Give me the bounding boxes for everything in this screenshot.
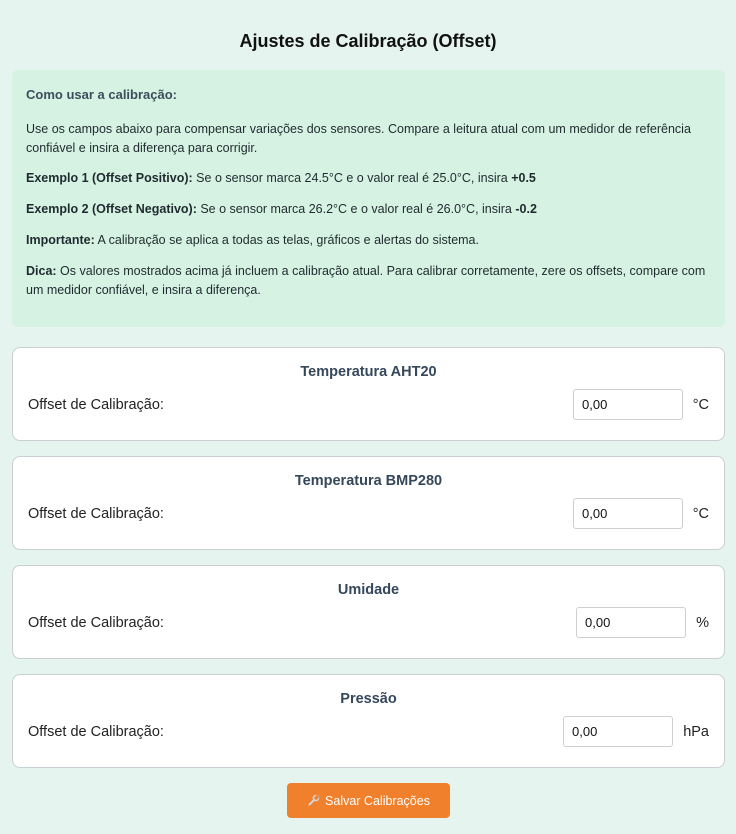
card-title: Temperatura AHT20 <box>300 364 437 380</box>
example-2-text: Se o sensor marca 26.2°C e o valor real … <box>196 202 516 216</box>
tip-text: Os valores mostrados acima já incluem a … <box>26 264 706 297</box>
important-label: Importante: <box>26 233 95 247</box>
unit-label: % <box>696 615 709 631</box>
offset-input-bmp280[interactable] <box>573 498 683 529</box>
offset-input-humidity[interactable] <box>576 607 686 638</box>
example-1-value: +0.5 <box>511 171 536 185</box>
offset-label: Offset de Calibração: <box>28 724 164 740</box>
help-intro: Use os campos abaixo para compensar vari… <box>26 122 691 155</box>
unit-label: °C <box>692 506 709 522</box>
example-2-label: Exemplo 2 (Offset Negativo): <box>26 202 197 216</box>
card-title: Umidade <box>337 582 400 598</box>
calibration-help-panel: Como usar a calibração: Use os campos ab… <box>12 70 725 327</box>
card-title: Pressão <box>340 691 397 707</box>
help-tip: Dica: Os valores mostrados acima já incl… <box>26 262 711 300</box>
example-1-text: Se o sensor marca 24.5°C e o valor real … <box>192 171 512 185</box>
offset-label: Offset de Calibração: <box>28 397 164 413</box>
important-text: A calibração se aplica a todas as telas,… <box>94 233 479 247</box>
offset-card-aht20: Temperatura AHT20 Offset de Calibração: … <box>12 347 725 441</box>
wrench-icon <box>307 794 320 807</box>
offset-card-pressure: Pressão Offset de Calibração: hPa <box>12 674 725 768</box>
example-2-value: -0.2 <box>515 202 537 216</box>
save-calibrations-button[interactable]: Salvar Calibrações <box>287 783 450 818</box>
help-example-2: Exemplo 2 (Offset Negativo): Se o sensor… <box>26 200 711 219</box>
example-1-label: Exemplo 1 (Offset Positivo): <box>26 171 193 185</box>
offset-input-aht20[interactable] <box>573 389 683 420</box>
unit-label: hPa <box>683 724 709 740</box>
unit-label: °C <box>692 397 709 413</box>
save-button-label: Salvar Calibrações <box>325 793 430 808</box>
offset-input-pressure[interactable] <box>563 716 673 747</box>
help-example-1: Exemplo 1 (Offset Positivo): Se o sensor… <box>26 169 711 188</box>
offset-card-humidity: Umidade Offset de Calibração: % <box>12 565 725 659</box>
tip-label: Dica: <box>26 264 57 278</box>
offset-card-bmp280: Temperatura BMP280 Offset de Calibração:… <box>12 456 725 550</box>
card-title: Temperatura BMP280 <box>294 473 443 489</box>
offset-label: Offset de Calibração: <box>28 615 164 631</box>
page-title: Ajustes de Calibração (Offset) <box>239 31 497 51</box>
help-heading: Como usar a calibração: <box>26 87 177 102</box>
help-important: Importante: A calibração se aplica a tod… <box>26 231 711 250</box>
offset-label: Offset de Calibração: <box>28 506 164 522</box>
